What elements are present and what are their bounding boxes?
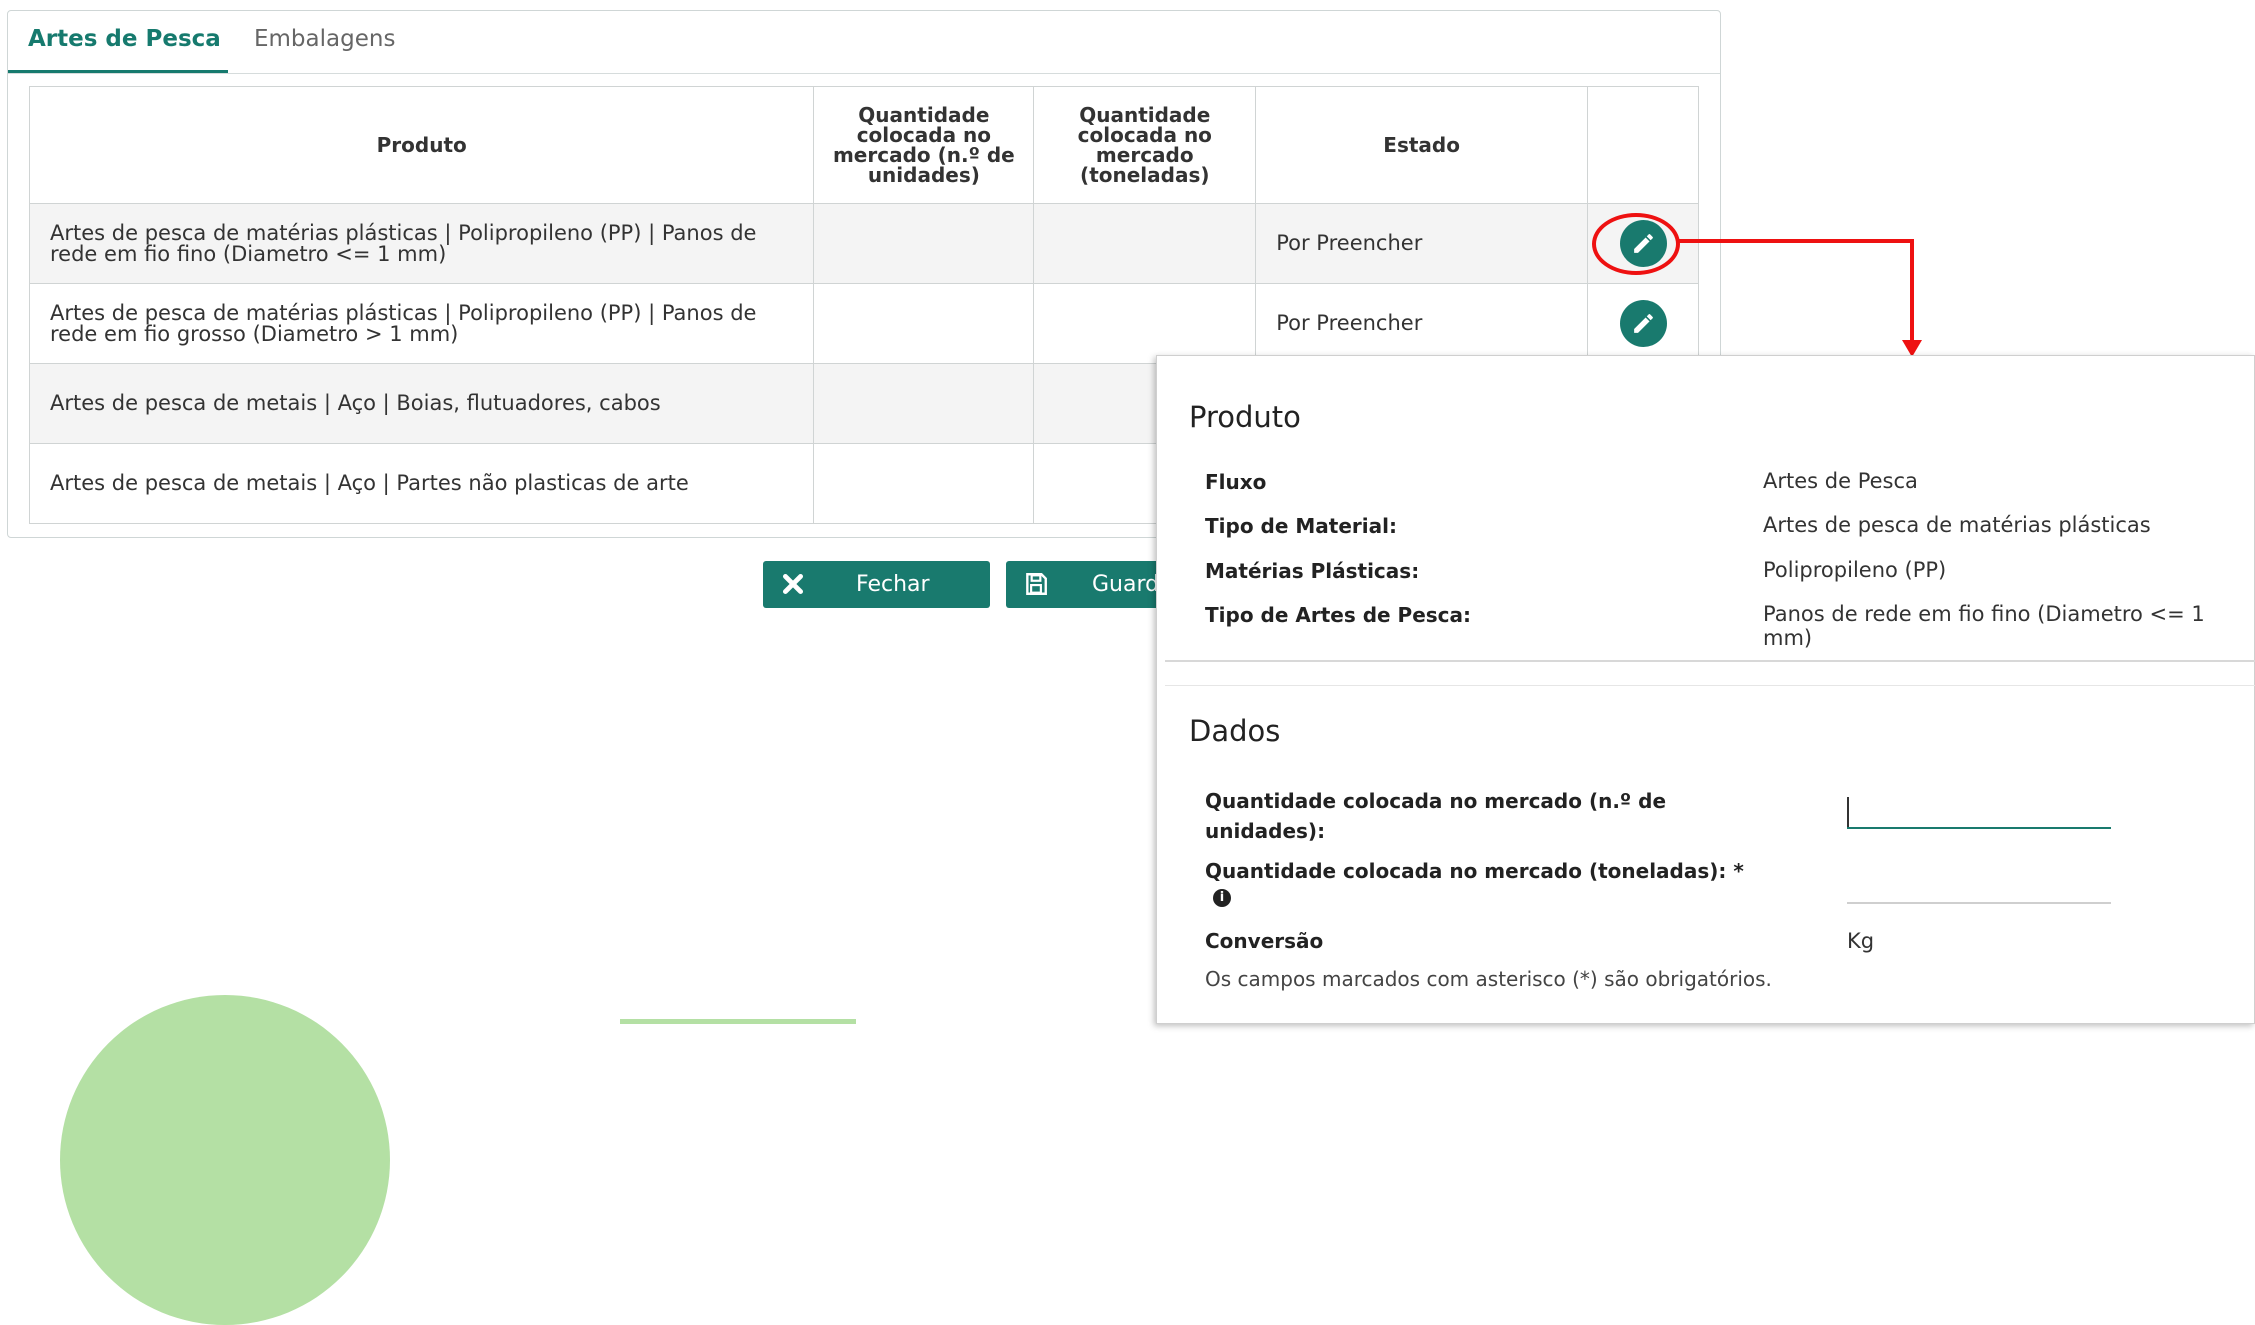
cell-produto: Artes de pesca de matérias plásticas | P… (28, 203, 815, 284)
cell-toneladas (1033, 283, 1257, 364)
cell-estado: Por Preencher (1255, 283, 1589, 364)
edit-popup (1156, 355, 2255, 1024)
conversao-label: Conversão (1205, 929, 1324, 953)
tab-bar: Artes de Pesca Embalagens (8, 11, 1720, 74)
field-label-tipo-material: Tipo de Material: (1205, 514, 1397, 538)
field-label-materias-plasticas: Matérias Plásticas: (1205, 559, 1420, 583)
save-icon (1023, 571, 1049, 603)
cell-produto: Artes de pesca de metais | Aço | Boias, … (28, 363, 815, 444)
info-icon[interactable]: i (1213, 889, 1231, 907)
section-divider (1165, 685, 2255, 686)
qty-units-input[interactable] (1847, 795, 2111, 829)
produto-section-title: Produto (1189, 400, 1301, 434)
section-divider (1165, 660, 2255, 662)
field-label-fluxo: Fluxo (1205, 470, 1267, 494)
field-value-fluxo: Artes de Pesca (1763, 469, 1918, 493)
qty-tons-input[interactable] (1847, 870, 2111, 904)
cell-unidades (813, 443, 1035, 524)
annotation-arrow-vertical (1910, 239, 1914, 342)
cell-toneladas (1033, 203, 1257, 284)
tab-artes-de-pesca[interactable]: Artes de Pesca (28, 26, 221, 52)
close-icon (780, 571, 806, 603)
pencil-icon (1633, 314, 1653, 333)
qty-tons-label: Quantidade colocada no mercado (tonelada… (1205, 859, 1744, 883)
tab-embalagens[interactable]: Embalagens (254, 26, 395, 52)
highlight-circle (1592, 213, 1680, 275)
decorative-bar (620, 1019, 856, 1024)
annotation-arrow-horizontal (1678, 239, 1914, 243)
field-value-materias-plasticas: Polipropileno (PP) (1763, 558, 1947, 582)
column-header-estado: Estado (1255, 86, 1589, 204)
field-value-tipo-material: Artes de pesca de matérias plásticas (1763, 513, 2151, 537)
table-row: Artes de pesca de matérias plásticas | P… (28, 203, 1699, 284)
active-tab-indicator (8, 70, 228, 73)
table-row: Artes de pesca de matérias plásticas | P… (28, 283, 1699, 364)
column-header-quantidade-unidades: Quantidade colocada no mercado (n.º de u… (813, 86, 1035, 204)
cell-actions (1587, 283, 1699, 364)
edit-button[interactable] (1619, 300, 1667, 347)
column-header-produto: Produto (28, 86, 815, 204)
close-button-label: Fechar (856, 572, 930, 597)
field-value-tipo-artes-pesca: Panos de rede em fio fino (Diametro <= 1… (1763, 602, 2205, 650)
column-header-actions (1587, 86, 1699, 204)
cell-produto: Artes de pesca de metais | Aço | Partes … (28, 443, 815, 524)
cell-estado: Por Preencher (1255, 203, 1589, 284)
text-cursor (1847, 797, 1849, 827)
cell-produto: Artes de pesca de matérias plásticas | P… (28, 283, 815, 364)
required-fields-note: Os campos marcados com asterisco (*) são… (1205, 967, 1772, 991)
field-label-tipo-artes-pesca: Tipo de Artes de Pesca: (1205, 603, 1472, 627)
close-button[interactable]: Fechar (763, 561, 990, 608)
dados-section-title: Dados (1189, 714, 1281, 748)
qty-units-label: Quantidade colocada no mercado (n.º de u… (1205, 789, 1667, 843)
cell-unidades (813, 283, 1035, 364)
column-header-quantidade-toneladas: Quantidade colocada no mercado (tonelada… (1033, 86, 1257, 204)
cell-unidades (813, 363, 1035, 444)
cell-unidades (813, 203, 1035, 284)
table-header-row: Produto Quantidade colocada no mercado (… (28, 86, 1699, 204)
decorative-circle (60, 995, 390, 1325)
conversao-value: Kg (1847, 929, 1875, 953)
